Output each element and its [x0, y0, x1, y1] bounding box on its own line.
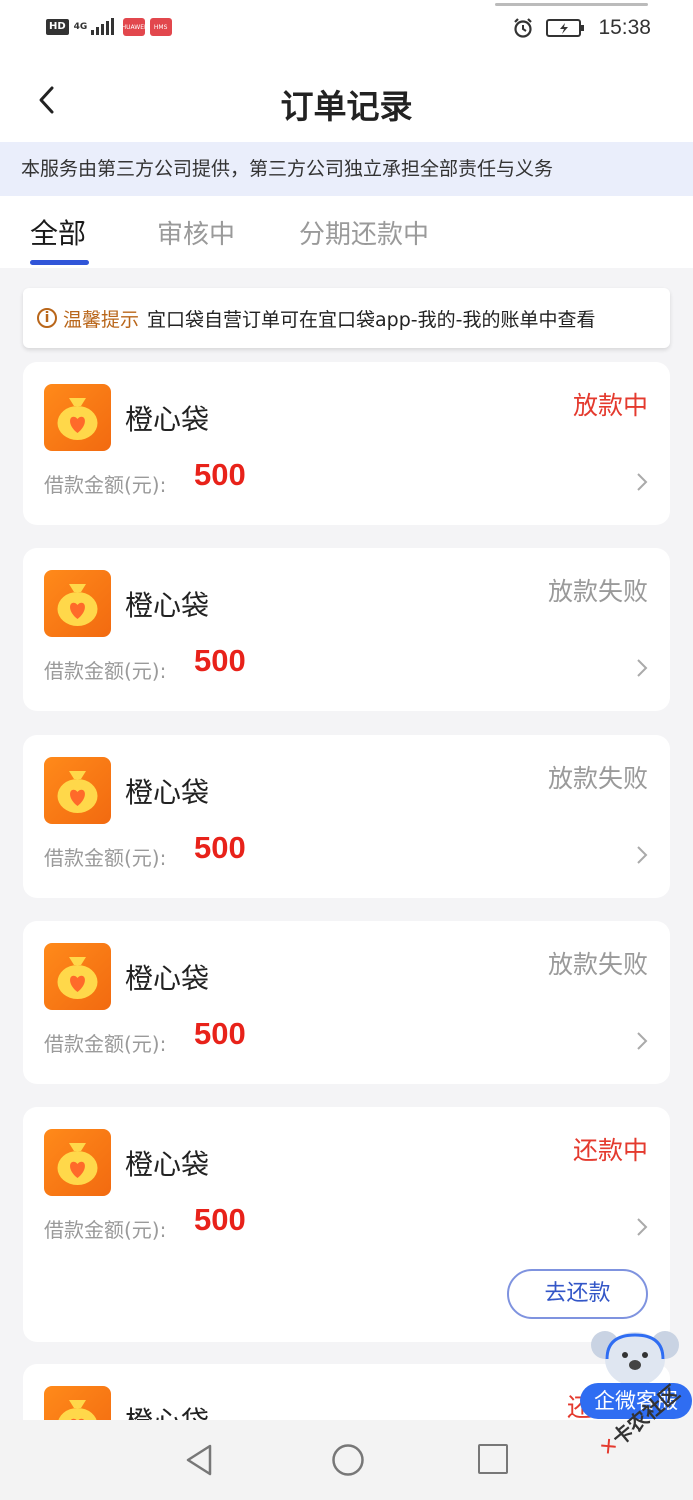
- money-bag-logo-icon: [44, 757, 111, 824]
- order-status: 还款中: [572, 1136, 648, 1165]
- warm-tip: i 温馨提示 宜口袋自营订单可在宜口袋app-我的-我的账单中查看: [23, 288, 670, 348]
- amount-value: 500: [194, 1202, 246, 1237]
- status-bar-left: HD 4G HUAWEI HMS: [46, 18, 172, 36]
- product-name: 橙心袋: [125, 776, 210, 809]
- order-status: 放款中: [572, 391, 648, 420]
- amount-value: 500: [194, 1016, 246, 1051]
- huawei-app-icon: HUAWEI: [122, 18, 146, 36]
- chevron-right-icon: [637, 1218, 648, 1236]
- tab-active-indicator: [30, 260, 89, 265]
- tip-label: 温馨提示: [63, 308, 140, 331]
- status-bar-indicator: [495, 3, 648, 6]
- hd-icon: HD: [46, 19, 69, 35]
- clock: 15:38: [598, 16, 651, 39]
- order-card[interactable]: 橙心袋 还款中 借款金额(元): 500 去还款: [23, 1107, 670, 1342]
- chevron-right-icon: [637, 1032, 648, 1050]
- amount-label: 借款金额(元):: [44, 1218, 167, 1242]
- battery-charging-icon: [546, 19, 585, 37]
- alarm-icon: [514, 18, 533, 38]
- money-bag-logo-icon: [44, 1129, 111, 1196]
- amount-value: 500: [194, 457, 246, 492]
- product-name: 橙心袋: [125, 1148, 210, 1181]
- amount-value: 500: [194, 830, 246, 865]
- status-bar: HD 4G HUAWEI HMS 15:38: [0, 0, 693, 58]
- product-name: 橙心袋: [125, 589, 210, 622]
- tab-bar: 全部 审核中 分期还款中: [0, 196, 693, 268]
- repay-button[interactable]: 去还款: [507, 1269, 648, 1319]
- chevron-right-icon: [637, 659, 648, 677]
- order-card[interactable]: 橙心袋 放款失败 借款金额(元): 500: [23, 548, 670, 711]
- tab-installment-repaying[interactable]: 分期还款中: [299, 214, 429, 251]
- disclaimer-banner: 本服务由第三方公司提供，第三方公司独立承担全部责任与义务: [0, 142, 693, 196]
- order-card[interactable]: 橙心袋 放款失败 借款金额(元): 500: [23, 735, 670, 898]
- amount-label: 借款金额(元):: [44, 473, 167, 497]
- order-status: 放款失败: [547, 764, 648, 793]
- amount-label: 借款金额(元):: [44, 659, 167, 683]
- product-name: 橙心袋: [125, 962, 210, 995]
- tab-all[interactable]: 全部: [30, 212, 86, 252]
- nav-home-icon[interactable]: [330, 1442, 366, 1478]
- tip-text: 宜口袋自营订单可在宜口袋app-我的-我的账单中查看: [147, 308, 596, 331]
- nav-recents-icon[interactable]: [478, 1444, 508, 1474]
- money-bag-logo-icon: [44, 570, 111, 637]
- money-bag-logo-icon: [44, 943, 111, 1010]
- order-status: 放款失败: [547, 950, 648, 979]
- order-card[interactable]: 橙心袋 放款失败 借款金额(元): 500: [23, 921, 670, 1084]
- status-bar-right: 15:38: [512, 16, 651, 40]
- hms-app-icon: HMS: [149, 18, 172, 36]
- chevron-right-icon: [637, 846, 648, 864]
- amount-value: 500: [194, 643, 246, 678]
- product-name: 橙心袋: [125, 403, 210, 436]
- page-title: 订单记录: [280, 87, 413, 126]
- chevron-right-icon: [637, 473, 648, 491]
- network-type: 4G: [73, 21, 88, 32]
- header: 订单记录: [0, 58, 693, 142]
- amount-label: 借款金额(元):: [44, 1032, 167, 1056]
- tab-under-review[interactable]: 审核中: [157, 214, 235, 251]
- amount-label: 借款金额(元):: [44, 846, 167, 870]
- order-status: 放款失败: [547, 577, 648, 606]
- order-card[interactable]: 橙心袋 放款中 借款金额(元): 500: [23, 362, 670, 525]
- signal-icon: [90, 18, 114, 35]
- nav-back-icon[interactable]: [182, 1442, 218, 1478]
- system-nav-bar: [0, 1420, 693, 1500]
- info-icon: i: [37, 308, 57, 328]
- money-bag-logo-icon: [44, 384, 111, 451]
